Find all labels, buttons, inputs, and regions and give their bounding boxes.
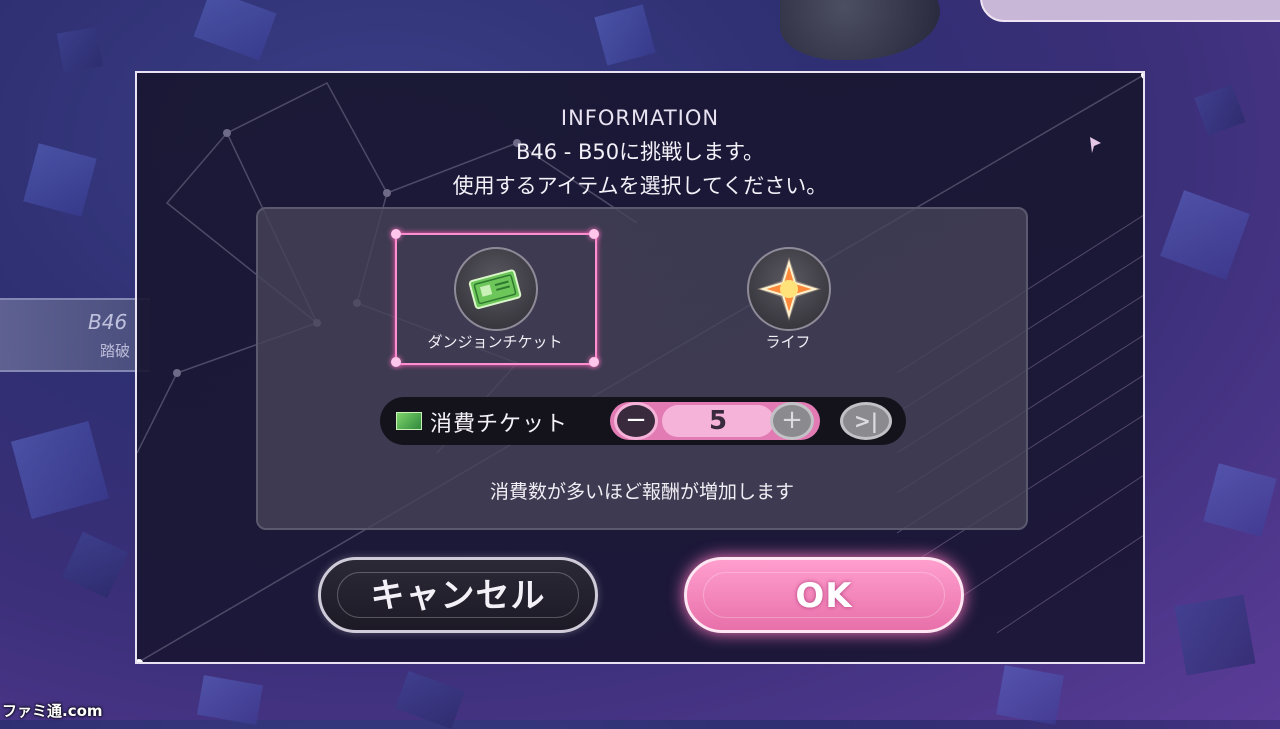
dialog-message-line1: B46 - B50に挑戦します。 (515, 140, 765, 164)
floor-status: 踏破 (100, 342, 131, 360)
decrease-button[interactable]: − (614, 402, 658, 440)
reward-hint-text: 消費数が多いほど報酬が増加します (489, 481, 794, 503)
item-life[interactable]: ライフ (688, 233, 888, 363)
ok-button-label: OK (795, 576, 853, 616)
item-panel: ダンジョンチケット ライフ 消費チケット − 5 + >| 消費数が多いほど報酬… (256, 207, 1028, 530)
famitsu-watermark-logo: ファミ通.com (2, 702, 103, 720)
selection-corner (391, 229, 401, 239)
selection-corner (391, 357, 401, 367)
dungeon-ticket-icon (454, 247, 538, 331)
item-label: ライフ (765, 333, 811, 351)
ticket-consume-bar: 消費チケット − 5 + >| (380, 397, 906, 445)
floor-side-tab: B46 踏破 (0, 298, 150, 372)
item-label: ダンジョンチケット (427, 333, 563, 351)
dialog-title: INFORMATION (560, 106, 720, 130)
floating-rock (780, 0, 940, 60)
cancel-button-label: キャンセル (370, 576, 546, 616)
selection-corner (589, 229, 599, 239)
ticket-quantity-value: 5 (662, 405, 774, 437)
max-quantity-button[interactable]: >| (840, 402, 892, 440)
item-dungeon-ticket[interactable]: ダンジョンチケット (391, 229, 599, 367)
ok-button[interactable]: OK (684, 557, 964, 633)
selection-corner (589, 357, 599, 367)
item-select-dialog: INFORMATION B46 - B50に挑戦します。 使用するアイテムを選択… (135, 71, 1145, 664)
life-star-icon (747, 247, 831, 331)
dialog-message-line2: 使用するアイテムを選択してください。 (452, 174, 828, 198)
increase-button[interactable]: + (770, 402, 814, 440)
ticket-icon (396, 412, 422, 430)
cancel-button[interactable]: キャンセル (318, 557, 598, 633)
floor-info-pill (980, 0, 1280, 22)
ticket-consume-label: 消費チケット (430, 412, 569, 437)
floor-code: B46 (88, 310, 128, 334)
